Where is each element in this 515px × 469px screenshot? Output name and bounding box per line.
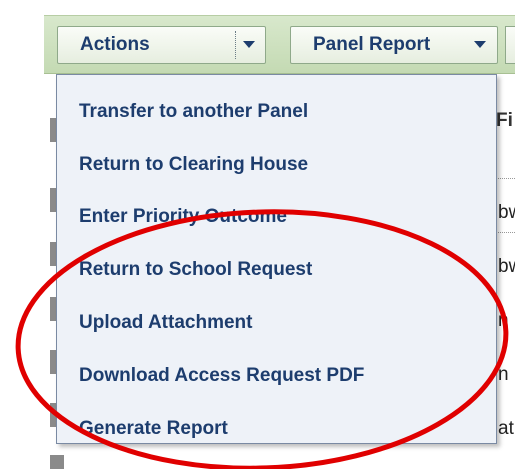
menu-item-enter-priority-outcome[interactable]: Enter Priority Outcome [79, 206, 287, 236]
chevron-down-icon[interactable] [243, 41, 255, 48]
actions-button-label: Actions [80, 34, 150, 55]
table-cell: n [498, 364, 509, 385]
menu-item-return-to-clearing-house[interactable]: Return to Clearing House [79, 154, 308, 184]
table-cell: bw [498, 202, 515, 223]
menu-item-upload-attachment[interactable]: Upload Attachment [79, 312, 252, 342]
table-cell: bw [498, 256, 515, 277]
panel-report-button-label: Panel Report [313, 34, 431, 55]
row-selector[interactable] [50, 455, 64, 469]
table-cell: at [498, 418, 514, 439]
toolbar-next-button[interactable] [505, 26, 515, 64]
split-divider [235, 31, 236, 59]
table-cell: n [498, 310, 509, 331]
row-divider [498, 178, 515, 179]
menu-item-download-access-request-pdf[interactable]: Download Access Request PDF [79, 365, 364, 395]
row-divider [498, 232, 515, 233]
menu-item-generate-report[interactable]: Generate Report [79, 418, 228, 448]
actions-dropdown-menu: Transfer to another Panel Return to Clea… [56, 74, 497, 444]
panel-report-button[interactable]: Panel Report [290, 26, 498, 64]
menu-item-return-to-school-request[interactable]: Return to School Request [79, 259, 312, 289]
column-header[interactable]: Fi [496, 110, 513, 132]
menu-item-transfer-to-another-panel[interactable]: Transfer to another Panel [79, 101, 308, 131]
actions-menu-button[interactable]: Actions [57, 26, 266, 64]
chevron-down-icon [474, 41, 486, 48]
